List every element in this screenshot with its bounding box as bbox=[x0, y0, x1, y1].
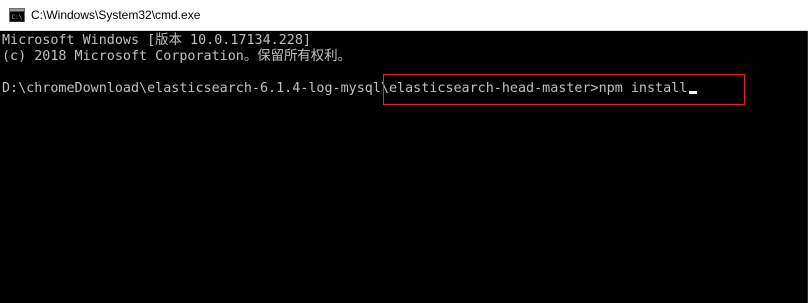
console-line: Microsoft Windows [版本 10.0.17134.228] bbox=[2, 33, 311, 48]
window-title: C:\Windows\System32\cmd.exe bbox=[31, 8, 201, 22]
cmd-window: C:\ C:\Windows\System32\cmd.exe Microsof… bbox=[0, 0, 808, 303]
text-cursor bbox=[689, 91, 698, 94]
cmd-icon: C:\ bbox=[9, 8, 25, 22]
svg-text:C:\: C:\ bbox=[12, 14, 23, 21]
console-line: (c) 2018 Microsoft Corporation。保留所有权利。 bbox=[2, 49, 351, 64]
command-text: D:\chromeDownload\elasticsearch-6.1.4-lo… bbox=[2, 81, 688, 96]
command-line[interactable]: D:\chromeDownload\elasticsearch-6.1.4-lo… bbox=[2, 81, 698, 97]
console-output[interactable]: Microsoft Windows [版本 10.0.17134.228] (c… bbox=[0, 31, 808, 303]
title-bar[interactable]: C:\ C:\Windows\System32\cmd.exe bbox=[0, 0, 808, 31]
